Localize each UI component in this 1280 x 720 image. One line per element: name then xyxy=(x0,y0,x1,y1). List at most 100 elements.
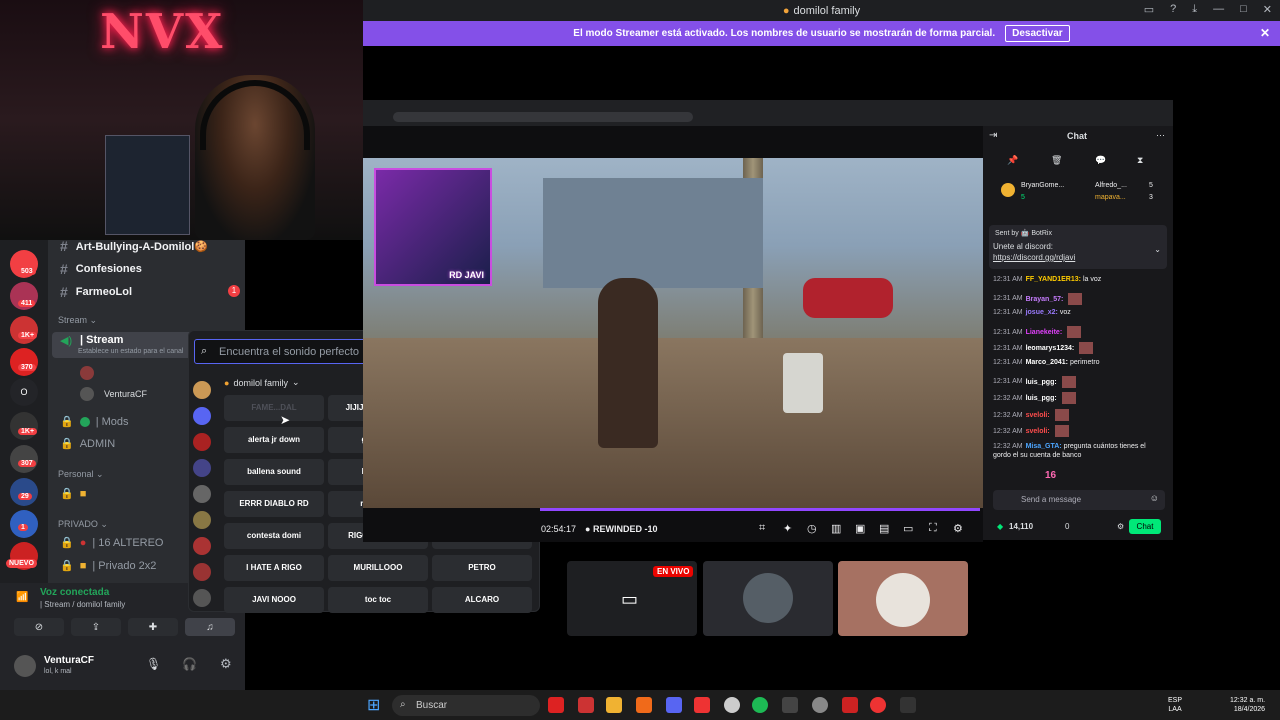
guild-icon[interactable] xyxy=(193,485,211,503)
chevron-down-icon[interactable]: ⌄ xyxy=(1154,245,1161,254)
app-icon[interactable] xyxy=(842,697,858,713)
trash-icon[interactable]: 🗑 xyxy=(1051,155,1062,166)
gear-icon[interactable]: ⚙ xyxy=(220,656,232,672)
channel-personal[interactable]: 🔒 ■ xyxy=(60,487,86,501)
brave-icon[interactable] xyxy=(636,697,652,713)
pip-icon[interactable]: ▣ xyxy=(855,522,865,535)
category-stream[interactable]: Stream ⌄ xyxy=(58,315,97,326)
message-username[interactable]: Misa_GTA: xyxy=(1026,443,1062,450)
channel-farmeolol[interactable]: # FarmeoLol xyxy=(60,284,132,300)
sound-button[interactable]: MURILLOOO xyxy=(328,555,428,581)
chat-message[interactable]: 12:31 AM FF_YAND1ER13: la voz xyxy=(993,276,1101,283)
download-icon[interactable]: ⤓ xyxy=(1192,3,1197,16)
close-icon[interactable]: ✕ xyxy=(1263,3,1272,16)
hourglass-icon[interactable]: ⧗ xyxy=(1137,155,1143,166)
chat-message[interactable]: 12:32 AM sveloli: xyxy=(993,408,1069,421)
app-icon[interactable] xyxy=(870,697,886,713)
clock[interactable]: 12:32 a. m. 18/4/2026 xyxy=(1230,696,1265,714)
top-user[interactable]: BryanGome... xyxy=(1021,182,1064,189)
taskbar-search[interactable]: ⌕ Buscar xyxy=(392,695,540,716)
message-username[interactable]: leomarys1234: xyxy=(1026,345,1075,352)
soundboard-button[interactable]: ♫ xyxy=(185,618,235,636)
inbox-icon[interactable]: ▭ xyxy=(1144,3,1154,16)
message-username[interactable]: josue_x2: xyxy=(1026,309,1058,316)
epic-games-icon[interactable] xyxy=(900,697,916,713)
category-privado[interactable]: PRIVADO ⌄ xyxy=(58,519,108,530)
guild-icon[interactable] xyxy=(193,589,211,607)
voice-status[interactable]: Voz conectada xyxy=(40,587,109,598)
message-username[interactable]: Brayan_57: xyxy=(1026,295,1064,302)
microphone-icon[interactable]: 🎙 xyxy=(146,657,161,671)
clip-icon[interactable]: ⌗ xyxy=(759,522,765,535)
server-icon[interactable] xyxy=(10,348,38,376)
soundboard-group-header[interactable]: ● domilol family ⌄ xyxy=(224,377,300,388)
windows-start-icon[interactable]: ⊞ xyxy=(367,695,380,715)
screen-share-button[interactable]: ⇪ xyxy=(71,618,121,636)
address-bar[interactable] xyxy=(393,112,693,122)
folder-icon[interactable] xyxy=(606,697,622,713)
sound-button[interactable]: contesta domi xyxy=(224,523,324,549)
stream-tile[interactable]: ▭ EN VIVO xyxy=(567,561,697,636)
progress-bar[interactable] xyxy=(540,508,980,511)
app-icon[interactable] xyxy=(694,697,710,713)
top-user[interactable]: mapava... xyxy=(1095,194,1126,201)
channel-confesiones[interactable]: # Confesiones xyxy=(60,261,142,277)
avatar[interactable] xyxy=(14,655,36,677)
headphones-icon[interactable]: 🎧 xyxy=(182,657,197,671)
sound-button[interactable]: ALCARO xyxy=(432,587,532,613)
discord-icon[interactable] xyxy=(193,407,211,425)
chat-message[interactable]: 12:31 AM Marco_2041: perimetro xyxy=(993,359,1100,366)
chat-message[interactable]: 12:31 AM Lianekeite: xyxy=(993,325,1082,338)
activities-button[interactable]: ✚ xyxy=(128,618,178,636)
theatre-icon[interactable]: ▭ xyxy=(903,522,913,535)
message-username[interactable]: Lianekeite: xyxy=(1026,329,1063,336)
server-icon[interactable] xyxy=(10,445,38,473)
server-icon[interactable] xyxy=(10,316,38,344)
chat-message[interactable]: 12:31 AM Brayan_57: xyxy=(993,292,1083,305)
channel-art-bullying[interactable]: # Art-Bullying-A-Domilol🍪 xyxy=(60,238,208,254)
guild-icon[interactable] xyxy=(193,537,211,555)
message-username[interactable]: Marco_2041: xyxy=(1026,359,1068,366)
deactivate-button[interactable]: Desactivar xyxy=(1005,25,1070,42)
user-tile[interactable] xyxy=(838,561,968,636)
spotify-icon[interactable] xyxy=(752,697,768,713)
server-icon[interactable]: O xyxy=(10,378,38,406)
pinned-message[interactable]: Sent by 🤖 BotRix Unete al discord: https… xyxy=(989,225,1167,269)
channel-mods[interactable]: 🔒 | Mods xyxy=(60,415,129,429)
guild-icon[interactable] xyxy=(193,563,211,581)
pinned-link[interactable]: https://discord.gg/rdjavi xyxy=(993,253,1075,262)
app-icon[interactable] xyxy=(782,697,798,713)
sound-button[interactable]: PETRO xyxy=(432,555,532,581)
voice-user-name[interactable]: VenturaCF xyxy=(104,389,147,399)
chat-message[interactable]: 12:32 AM luis_pgg: xyxy=(993,392,1076,405)
chat-message[interactable]: 12:32 AM Misa_GTA: pregunta cuántos tienes… xyxy=(993,442,1163,460)
sound-button[interactable]: ERRR DIABLO RD xyxy=(224,491,324,517)
channel-privado-1[interactable]: 🔒 ● | 16 ALTEREO xyxy=(60,536,164,550)
avatar[interactable] xyxy=(80,366,94,380)
channel-points-icon[interactable]: ◆ xyxy=(997,522,1003,531)
chat-message[interactable]: 12:31 AM josue_x2: voz xyxy=(993,309,1071,316)
channel-admin[interactable]: 🔒 ADMIN xyxy=(60,437,115,451)
message-username[interactable]: sveloli: xyxy=(1026,428,1050,435)
sound-button[interactable]: FAME...DAL xyxy=(224,395,324,421)
fullscreen-icon[interactable]: ⛶ xyxy=(929,522,937,535)
maximize-icon[interactable]: □ xyxy=(1240,3,1247,16)
server-icon[interactable] xyxy=(10,478,38,506)
youtube-icon[interactable] xyxy=(548,697,564,713)
message-username[interactable]: luis_pgg: xyxy=(1026,378,1057,385)
chat-send-button[interactable]: Chat xyxy=(1129,519,1161,534)
message-username[interactable]: luis_pgg: xyxy=(1026,395,1057,402)
obs-icon[interactable] xyxy=(724,697,740,713)
channel-privado-2[interactable]: 🔒 ■ | Privado 2x2 xyxy=(60,559,156,573)
top-user[interactable]: Alfredo_... xyxy=(1095,182,1127,189)
close-banner-icon[interactable]: ✕ xyxy=(1260,26,1270,40)
chat-message[interactable]: 12:31 AM luis_pgg: xyxy=(993,375,1076,388)
message-username[interactable]: sveloli: xyxy=(1026,412,1050,419)
guild-icon[interactable] xyxy=(193,459,211,477)
timer-icon[interactable]: ◷ xyxy=(807,522,817,535)
avatar[interactable] xyxy=(80,387,94,401)
voice-location[interactable]: | Stream / domilol family xyxy=(40,600,125,609)
sound-button[interactable]: toc toc xyxy=(328,587,428,613)
sound-button[interactable]: JAVI NOOO xyxy=(224,587,324,613)
send-message-input[interactable]: Send a message ☺ xyxy=(993,490,1165,510)
